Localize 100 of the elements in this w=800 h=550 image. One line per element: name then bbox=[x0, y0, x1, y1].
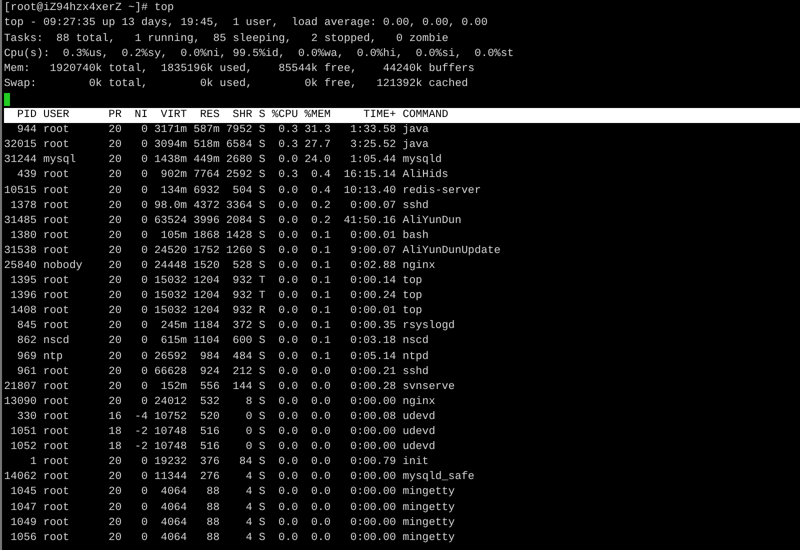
table-cell: 14062 bbox=[4, 470, 37, 486]
table-cell-text: top bbox=[402, 289, 424, 304]
table-cell-text: 0.0 bbox=[310, 364, 331, 380]
table-cell-text: 20 bbox=[108, 516, 122, 531]
table-cell-text: 20 bbox=[108, 259, 122, 274]
table-cell-text: root bbox=[43, 214, 70, 229]
table-cell-text: 4064 bbox=[160, 485, 187, 500]
table-cell-text: 20 bbox=[108, 304, 122, 320]
table-cell: S bbox=[258, 530, 266, 546]
table-cell-text: nscd bbox=[43, 334, 70, 350]
table-cell: 13090 bbox=[4, 394, 37, 410]
table-cell: 66628 bbox=[154, 364, 187, 380]
table-cell-text: 932 bbox=[232, 304, 252, 320]
table-cell: 3171m bbox=[154, 123, 187, 138]
table-cell-text: 24520 bbox=[154, 244, 187, 259]
table-cell: S bbox=[258, 198, 266, 214]
table-cell-text: 0.0 bbox=[277, 470, 298, 486]
table-cell-text: S bbox=[258, 410, 266, 425]
table-cell: S bbox=[258, 455, 266, 470]
table-cell-text: mysqld bbox=[402, 153, 443, 168]
table-cell: 7952 bbox=[226, 123, 252, 138]
table-cell-text: 0.0 bbox=[277, 198, 298, 214]
table-cell-text: mysqld_safe bbox=[402, 470, 476, 486]
table-cell-text: 0 bbox=[140, 123, 148, 138]
table-cell: 15032 bbox=[154, 304, 187, 320]
table-cell-text: 20 bbox=[108, 334, 122, 350]
table-cell-text: 0 bbox=[140, 516, 148, 531]
table-cell-text: 1104 bbox=[193, 334, 220, 350]
table-cell: S bbox=[258, 440, 266, 456]
table-cell: 2084 bbox=[226, 214, 252, 229]
table-cell-text: 0 bbox=[140, 198, 148, 214]
table-cell: 11344 bbox=[154, 470, 187, 486]
table-cell-text: 520 bbox=[199, 410, 220, 425]
table-cell-text: 0.1 bbox=[310, 304, 331, 320]
table-cell: 3094m bbox=[154, 138, 187, 154]
table-cell-text: 1056 bbox=[10, 530, 37, 546]
table-cell-text: 9:00.07 bbox=[349, 244, 396, 259]
table-cell-text: 4 bbox=[244, 500, 252, 516]
table-cell-text: 0:00.00 bbox=[349, 516, 396, 531]
table-cell-text: 0:02.88 bbox=[349, 259, 396, 274]
table-cell-text: 88 bbox=[206, 485, 220, 500]
table-cell-text: 0.0 bbox=[277, 516, 298, 531]
table-cell-text: root bbox=[43, 304, 70, 320]
table-cell-text: 20 bbox=[108, 244, 122, 259]
table-cell-text: 0.0 bbox=[277, 228, 298, 244]
table-cell-text: java bbox=[402, 138, 430, 154]
table-cell-text: 0:00.00 bbox=[349, 394, 396, 410]
table-cell-text: redis-server bbox=[402, 184, 482, 199]
table-cell-text: 1051 bbox=[10, 425, 37, 440]
table-cell-text: 0.0 bbox=[310, 380, 331, 395]
table-cell-text: svnserve bbox=[402, 380, 456, 395]
table-cell: S bbox=[258, 350, 266, 365]
table-cell-text: 0.0 bbox=[310, 425, 331, 440]
table-cell-text: root bbox=[43, 289, 70, 304]
table-cell-text: 932 bbox=[232, 274, 252, 290]
table-cell-text: java bbox=[402, 123, 430, 138]
table-cell-text: 20 bbox=[108, 394, 122, 410]
table-cell-text: 0:05.14 bbox=[349, 350, 396, 365]
table-cell-text: mysql bbox=[43, 153, 77, 168]
table-cell-text: 20 bbox=[108, 350, 122, 365]
table-cell-text: 532 bbox=[199, 394, 220, 410]
table-cell-text: 0.3 bbox=[277, 168, 298, 184]
table-cell: S bbox=[258, 516, 266, 531]
table-cell-text: 20 bbox=[108, 168, 122, 184]
table-cell-text: 0.0 bbox=[277, 500, 298, 516]
table-cell-text: root bbox=[43, 123, 70, 138]
table-cell-text: 0.0 bbox=[277, 259, 298, 274]
table-cell-text: 1047 bbox=[10, 500, 37, 516]
table-cell-text: 20 bbox=[108, 380, 122, 395]
shell-prompt: [root@iZ94hzx4xerZ ~]# top bbox=[4, 1, 175, 16]
table-cell-text: 20 bbox=[108, 319, 122, 334]
table-cell-text: 0.0 bbox=[277, 319, 298, 334]
table-cell-text: 10752 bbox=[154, 410, 187, 425]
table-cell-text: 0:00.14 bbox=[349, 274, 396, 290]
table-cell: 10748 bbox=[154, 440, 187, 456]
table-cell-text: 0.0 bbox=[277, 410, 298, 425]
table-cell: T bbox=[258, 274, 266, 290]
table-cell-text: 0 bbox=[140, 274, 148, 290]
table-cell-text: 0 bbox=[140, 244, 148, 259]
table-cell-text: 0.4 bbox=[310, 168, 331, 184]
table-cell: 21807 bbox=[4, 380, 37, 395]
table-cell-text: 0:00.00 bbox=[349, 470, 396, 486]
table-cell-text: mingetty bbox=[402, 530, 456, 546]
table-cell-text: 0:00.00 bbox=[349, 485, 396, 500]
table-cell-text: 88 bbox=[206, 516, 220, 531]
table-cell: 26592 bbox=[154, 350, 187, 365]
table-cell-text: 0.0 bbox=[277, 214, 298, 229]
table-cell: S bbox=[258, 319, 266, 334]
table-cell-text: 0.0 bbox=[277, 304, 298, 320]
table-cell: S bbox=[258, 153, 266, 168]
table-cell-text: 0.0 bbox=[277, 364, 298, 380]
table-cell-text: root bbox=[43, 274, 70, 290]
table-cell-text: 152m bbox=[160, 380, 187, 395]
table-cell-text: 0 bbox=[140, 364, 148, 380]
table-cell-text: 0.1 bbox=[310, 350, 331, 365]
table-cell-text: ntpd bbox=[402, 350, 430, 365]
table-cell: 3996 bbox=[193, 214, 220, 229]
table-cell-text: 20 bbox=[108, 184, 122, 199]
table-cell-text: 0.0 bbox=[277, 350, 298, 365]
table-cell-text: 924 bbox=[199, 364, 220, 380]
